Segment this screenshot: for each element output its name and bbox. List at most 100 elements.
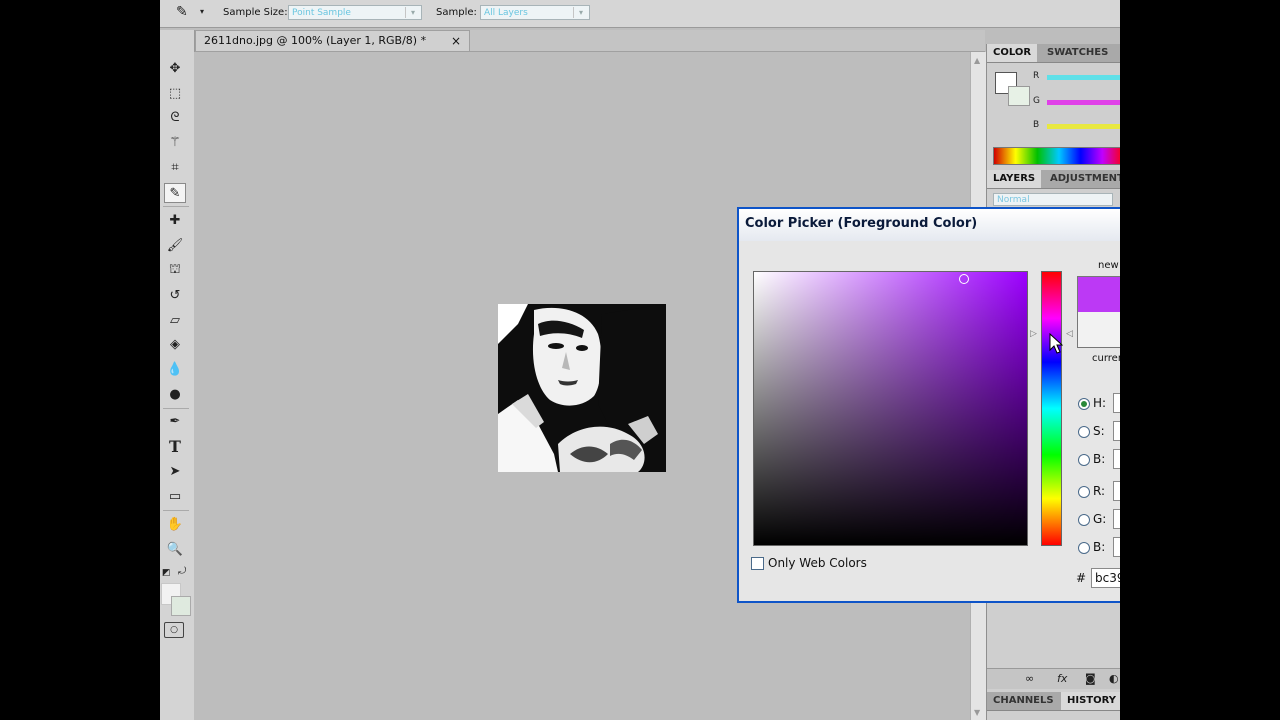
g-slider[interactable] (1047, 100, 1120, 105)
lasso-icon[interactable]: ᘓ (164, 107, 186, 127)
dialog-title: Color Picker (Foreground Color) (739, 209, 1120, 241)
paint-bucket-icon[interactable]: ◈ (164, 334, 186, 354)
crop-icon[interactable]: ⌗ (164, 157, 186, 177)
sample-size-select[interactable]: Point Sample ▾ (288, 5, 422, 20)
current-color-label: current (1092, 353, 1120, 364)
hex-prefix: # (1076, 571, 1087, 585)
layers-footer: ∞ fx ◙ ◐ (987, 668, 1120, 689)
mouse-pointer-icon (1049, 333, 1063, 354)
brightness-label: B: (1093, 452, 1106, 466)
radio-saturation[interactable] (1078, 426, 1090, 438)
sample-value: All Layers (484, 8, 528, 18)
bottom-panel-tabs: CHANNELS HISTORY (987, 692, 1120, 711)
tool-preset-chevron-icon[interactable]: ▾ (200, 7, 204, 16)
panel-background-swatch[interactable] (1008, 86, 1030, 106)
radio-blue[interactable] (1078, 542, 1090, 554)
tab-history[interactable]: HISTORY (1061, 692, 1120, 710)
blur-icon[interactable]: 💧 (164, 359, 186, 379)
eyedropper-tool-icon[interactable]: ✎ (164, 183, 186, 203)
swap-colors-icon[interactable]: ⤾ (178, 566, 186, 577)
hue-input[interactable] (1113, 393, 1120, 413)
color-picker-dialog: Color Picker (Foreground Color) ▷ ◁ new … (737, 207, 1120, 603)
path-selection-icon[interactable]: ➤ (164, 461, 186, 481)
eraser-icon[interactable]: ▱ (164, 310, 186, 330)
clone-stamp-icon[interactable]: ⛫ (164, 260, 186, 280)
new-color-label: new (1098, 260, 1119, 271)
tab-adjustments[interactable]: ADJUSTMENTS (1044, 170, 1120, 188)
options-bar: ✎ ▾ Sample Size: Point Sample ▾ Sample: … (160, 0, 1120, 28)
color-field-marker[interactable] (959, 274, 969, 284)
document-tab[interactable]: 2611dno.jpg @ 100% (Layer 1, RGB/8) * × (195, 30, 470, 51)
tab-swatches[interactable]: SWATCHES (1041, 44, 1114, 62)
chevron-down-icon: ▾ (573, 7, 588, 18)
sample-size-label: Sample Size: (223, 7, 288, 18)
blue-label: B: (1093, 540, 1106, 554)
tab-color[interactable]: COLOR (987, 44, 1038, 62)
sample-size-value: Point Sample (292, 8, 351, 18)
history-brush-icon[interactable]: ↺ (164, 285, 186, 305)
fx-icon[interactable]: fx (1057, 672, 1067, 685)
link-layers-icon[interactable]: ∞ (1025, 672, 1034, 685)
saturation-label: S: (1093, 424, 1105, 438)
green-label: G: (1093, 512, 1107, 526)
r-slider[interactable] (1047, 75, 1120, 80)
green-input[interactable] (1113, 509, 1120, 529)
hue-label: H: (1093, 396, 1107, 410)
radio-hue[interactable] (1078, 398, 1090, 410)
b-slider[interactable] (1047, 124, 1120, 129)
move-icon[interactable]: ✥ (164, 58, 186, 78)
blend-mode-select[interactable]: Normal (993, 193, 1113, 206)
tab-channels[interactable]: CHANNELS (987, 692, 1060, 710)
sample-label: Sample: (436, 7, 477, 18)
adjustment-layer-icon[interactable]: ◐ (1109, 672, 1119, 685)
type-icon[interactable]: T (164, 436, 186, 456)
document-title: 2611dno.jpg @ 100% (Layer 1, RGB/8) * (204, 34, 427, 47)
default-colors-icon[interactable]: ◩ (162, 568, 171, 578)
hue-slider[interactable] (1041, 271, 1062, 546)
color-spectrum-ramp[interactable] (993, 147, 1120, 165)
color-panel-tabs: COLOR SWATCHES (987, 44, 1120, 63)
new-color-swatch (1077, 276, 1120, 312)
hex-input[interactable]: bc39 (1091, 568, 1120, 588)
pen-icon[interactable]: ✒ (164, 411, 186, 431)
layer-mask-icon[interactable]: ◙ (1085, 672, 1096, 685)
hue-slider-right-arrow-icon[interactable]: ◁ (1066, 329, 1073, 339)
only-web-colors-label: Only Web Colors (768, 556, 867, 570)
channel-label-b: B (1033, 120, 1040, 130)
saturation-input[interactable] (1113, 421, 1120, 441)
blue-input[interactable] (1113, 537, 1120, 557)
eyedropper-icon[interactable]: ✎ (176, 4, 188, 20)
background-color-swatch[interactable] (171, 596, 191, 616)
chevron-down-icon: ▾ (405, 7, 420, 18)
red-input[interactable] (1113, 481, 1120, 501)
brightness-input[interactable] (1113, 449, 1120, 469)
toolbox-divider (163, 408, 189, 409)
toolbox: ✥ ⬚ ᘓ ⚚ ⌗ ✎ ✚ 🖌 ⛫ ↺ ▱ ◈ 💧 ● ✒ T ➤ ▭ ✋ 🔍 … (160, 30, 195, 720)
marquee-icon[interactable]: ⬚ (164, 83, 186, 103)
scroll-down-icon[interactable]: ▼ (974, 708, 980, 717)
radio-brightness[interactable] (1078, 454, 1090, 466)
radio-red[interactable] (1078, 486, 1090, 498)
brush-icon[interactable]: 🖌 (164, 235, 186, 255)
zoom-icon[interactable]: 🔍 (164, 539, 186, 559)
hand-icon[interactable]: ✋ (164, 514, 186, 534)
current-color-swatch[interactable] (1077, 312, 1120, 348)
tab-layers[interactable]: LAYERS (987, 170, 1042, 188)
sample-select[interactable]: All Layers ▾ (480, 5, 590, 20)
saturation-brightness-field[interactable] (753, 271, 1028, 546)
hue-slider-left-arrow-icon[interactable]: ▷ (1030, 329, 1037, 339)
red-label: R: (1093, 484, 1106, 498)
dodge-icon[interactable]: ● (164, 384, 186, 404)
magic-wand-icon[interactable]: ⚚ (164, 132, 186, 152)
scroll-up-icon[interactable]: ▲ (974, 56, 980, 65)
toolbox-divider (163, 206, 189, 207)
radio-green[interactable] (1078, 514, 1090, 526)
channel-label-g: G (1033, 96, 1040, 106)
healing-brush-icon[interactable]: ✚ (164, 210, 186, 230)
quick-mask-icon[interactable]: ○ (164, 622, 184, 638)
portrait-image (498, 304, 666, 472)
close-icon[interactable]: × (451, 31, 461, 51)
shape-icon[interactable]: ▭ (164, 486, 186, 506)
photoshop-window: ✎ ▾ Sample Size: Point Sample ▾ Sample: … (160, 0, 1120, 720)
only-web-colors-checkbox[interactable] (751, 557, 764, 570)
